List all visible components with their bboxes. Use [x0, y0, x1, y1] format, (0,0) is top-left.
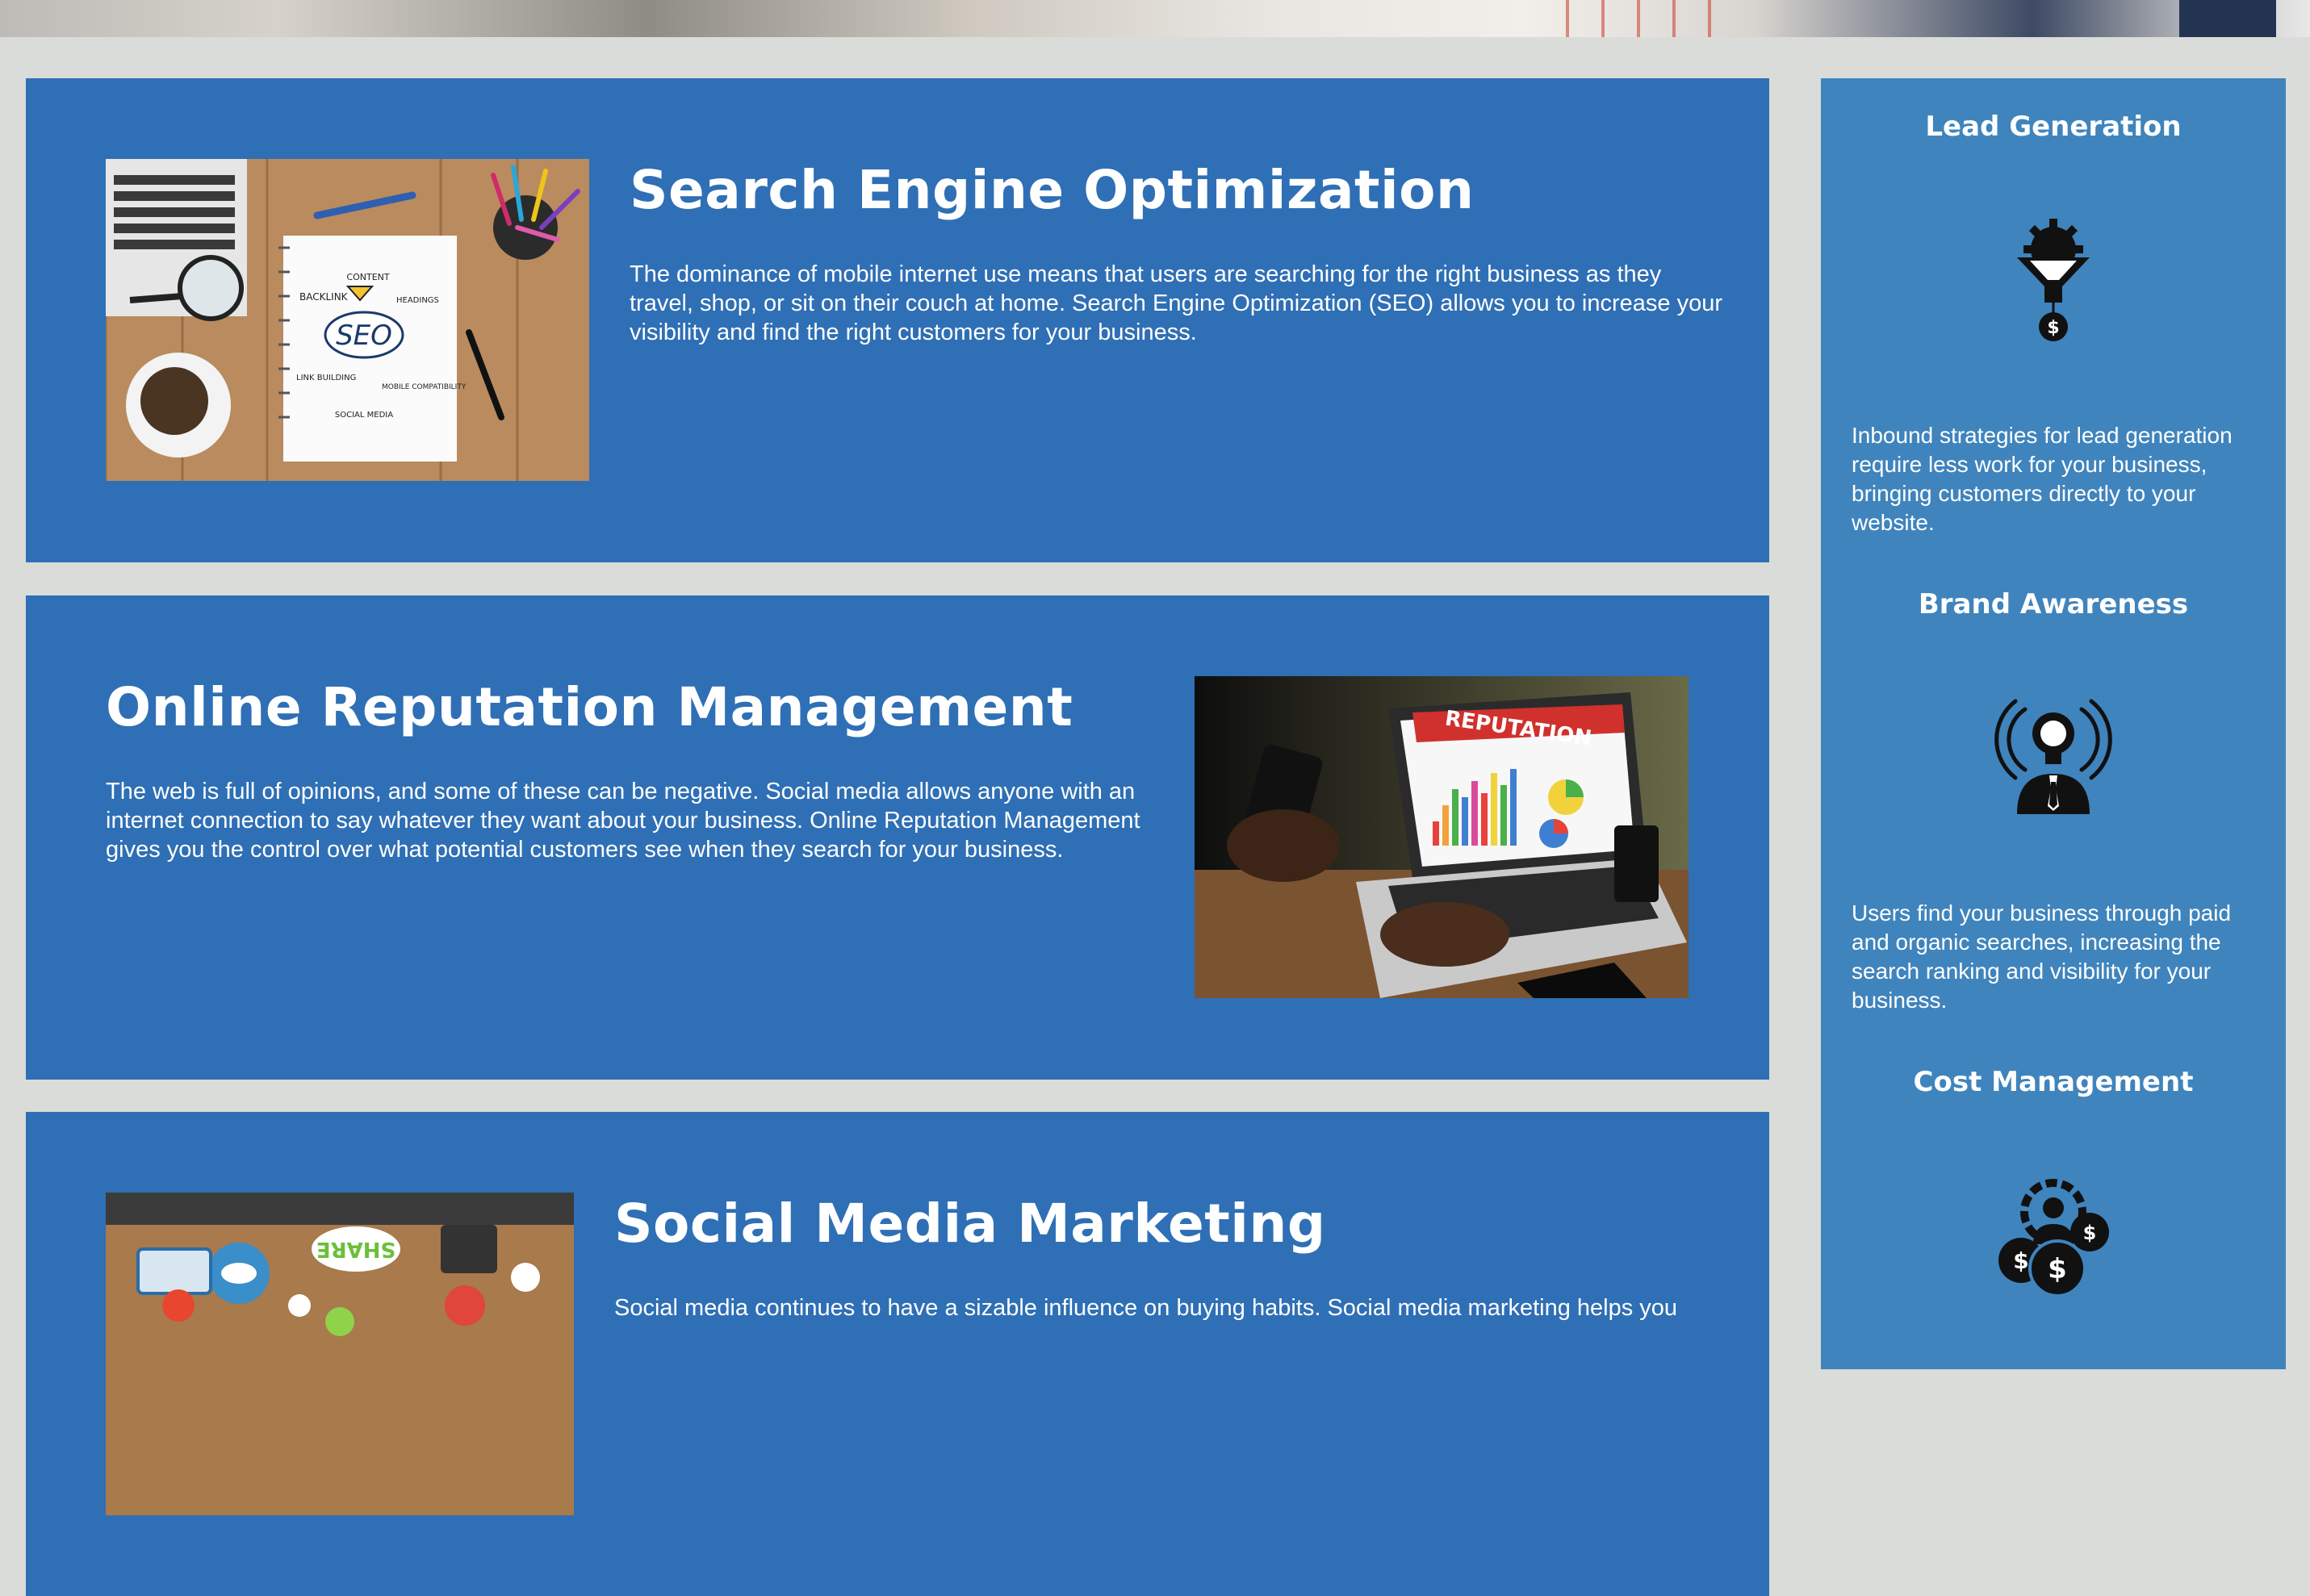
backlink-doodle-label: BACKLINK	[299, 291, 349, 303]
hero-image-detail	[1534, 0, 1743, 37]
svg-text:$: $	[2047, 318, 2059, 338]
service-title: Social Media Marketing	[614, 1193, 1326, 1255]
link-building-doodle-label: LINK BUILDING	[296, 374, 356, 382]
service-title: Search Engine Optimization	[630, 159, 1475, 221]
gear-person-coins-icon: $ $ $	[1993, 1172, 2114, 1301]
headings-doodle-label: HEADINGS	[396, 296, 439, 305]
svg-text:$: $	[2083, 1222, 2097, 1244]
service-description: Social media continues to have a sizable…	[614, 1295, 1678, 1321]
benefit-title-lead-generation: Lead Generation	[1925, 111, 2182, 143]
seo-notebook-photo: SEO CONTENT BACKLINK HEADINGS LINK BUILD…	[106, 159, 589, 481]
service-card-reputation: Online Reputation Management The web is …	[26, 595, 1769, 1080]
social-doodle-label: SOCIAL MEDIA	[335, 411, 393, 420]
hero-image	[0, 0, 2310, 37]
benefit-text-lead-generation: Inbound strategies for lead generation r…	[1852, 423, 2233, 535]
service-description: The dominance of mobile internet use mea…	[630, 261, 1722, 345]
service-card-social: SHARE Social Media Marketing Social medi…	[26, 1112, 1769, 1596]
mobile-doodle-label: MOBILE COMPATIBILITY	[382, 383, 467, 391]
seo-doodle-label: SEO	[336, 320, 392, 352]
service-title: Online Reputation Management	[106, 676, 1073, 738]
lightbulb-person-broadcast-icon	[1993, 693, 2114, 822]
content-doodle-label: CONTENT	[346, 272, 389, 282]
funnel-gear-dollar-icon: $	[1993, 215, 2114, 345]
benefits-sidebar: Lead Generation $ Inbound strategies for…	[1821, 78, 2286, 1369]
share-doodle-label: SHARE	[316, 1237, 395, 1261]
reputation-laptop-photo: REPUTATION	[1195, 676, 1689, 998]
svg-text:$: $	[2048, 1253, 2067, 1285]
service-card-seo: SEO CONTENT BACKLINK HEADINGS LINK BUILD…	[26, 78, 1769, 562]
social-share-table-photo: SHARE	[106, 1193, 574, 1515]
benefit-title-cost-management: Cost Management	[1913, 1066, 2194, 1098]
benefit-text-brand-awareness: Users find your business through paid an…	[1852, 900, 2232, 1013]
benefit-title-brand-awareness: Brand Awareness	[1918, 588, 2189, 620]
hero-image-detail	[2179, 0, 2276, 37]
service-description: The web is full of opinions, and some of…	[106, 779, 1140, 863]
svg-text:$: $	[2013, 1247, 2028, 1274]
